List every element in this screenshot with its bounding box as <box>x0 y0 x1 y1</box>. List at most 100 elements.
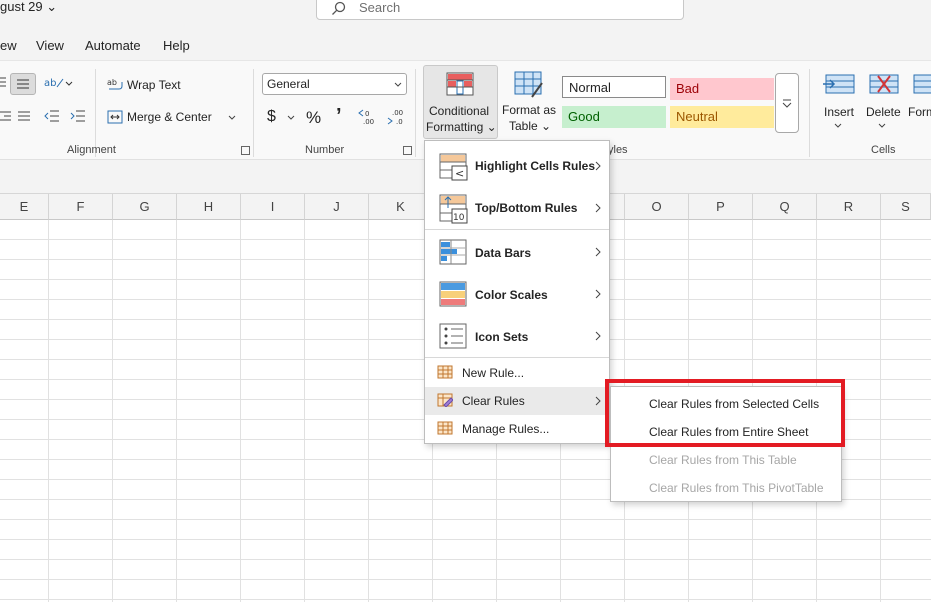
chevron-down-icon[interactable] <box>834 123 842 129</box>
number-format-select[interactable]: General <box>262 73 407 95</box>
align-left-icon[interactable] <box>0 75 6 89</box>
cf-label-line1: Conditional <box>429 104 490 118</box>
tab-view[interactable]: View <box>36 38 64 53</box>
menu-item-clear-this-pivottable: Clear Rules from This PivotTable <box>611 473 841 501</box>
document-title[interactable]: gust 29 ⌄ <box>0 0 57 14</box>
group-separator <box>253 69 254 157</box>
orientation-icon[interactable]: ab <box>44 75 74 91</box>
tab-review[interactable]: ew <box>0 38 17 53</box>
conditional-formatting-menu: < Highlight Cells Rules 10 Top/Bottom Ru… <box>424 140 610 444</box>
align-middle-button[interactable] <box>10 73 36 95</box>
menu-item-icon-sets[interactable]: Icon Sets <box>425 317 609 357</box>
conditional-formatting-button[interactable]: Conditional Formatting ⌄ <box>423 65 498 139</box>
style-neutral[interactable]: Neutral <box>670 106 774 128</box>
column-header-g[interactable]: G <box>113 194 177 220</box>
search-box[interactable]: Search <box>316 0 684 20</box>
increase-decimal-icon[interactable]: 0.00 <box>358 107 380 125</box>
style-bad[interactable]: Bad <box>670 78 774 100</box>
format-as-table-icon <box>514 71 543 98</box>
ribbon-tabs: ew View Automate Help <box>0 30 931 60</box>
menu-item-new-rule[interactable]: New Rule... <box>425 359 609 387</box>
decrease-decimal-icon[interactable]: .00.0 <box>387 107 409 125</box>
group-separator <box>415 69 416 157</box>
column-header-h[interactable]: H <box>177 194 241 220</box>
menu-item-data-bars[interactable]: Data Bars <box>425 233 609 273</box>
menu-item-label: Manage Rules... <box>462 422 550 436</box>
decrease-indent-icon[interactable] <box>44 109 60 123</box>
cells-group-label: Cells <box>871 144 896 156</box>
wrap-text-button[interactable]: Wrap Text <box>127 78 181 92</box>
menu-item-label: Clear Rules <box>462 394 525 408</box>
svg-text:.00: .00 <box>392 109 403 117</box>
menu-item-label: New Rule... <box>462 366 525 380</box>
cf-label-line2: Formatting ⌄ <box>426 120 497 134</box>
currency-button[interactable]: $ <box>267 108 276 126</box>
alignment-launcher-icon[interactable] <box>241 146 250 155</box>
chevron-right-icon <box>595 331 601 341</box>
menu-item-color-scales[interactable]: Color Scales <box>425 275 609 315</box>
menu-separator <box>425 229 609 230</box>
styles-gallery-more-button[interactable] <box>775 73 799 133</box>
chevron-down-icon[interactable] <box>228 115 236 121</box>
menu-item-label: Icon Sets <box>475 330 529 344</box>
column-header-q[interactable]: Q <box>753 194 817 220</box>
column-header-o[interactable]: O <box>625 194 689 220</box>
percent-button[interactable]: % <box>306 108 321 128</box>
menu-item-highlight-cells-rules[interactable]: < Highlight Cells Rules <box>425 147 609 187</box>
chevron-down-icon[interactable] <box>878 123 886 129</box>
annotation-highlight-box <box>605 379 845 447</box>
column-header-f[interactable]: F <box>49 194 113 220</box>
number-format-value: General <box>267 77 310 91</box>
column-header-r[interactable]: R <box>817 194 881 220</box>
menu-item-manage-rules[interactable]: Manage Rules... <box>425 415 609 443</box>
number-launcher-icon[interactable] <box>403 146 412 155</box>
menu-item-label: Clear Rules from This Table <box>649 453 797 467</box>
align-right-icon[interactable] <box>0 109 12 123</box>
tab-help[interactable]: Help <box>163 38 190 53</box>
gallery-expand-icon <box>782 99 792 108</box>
column-header-p[interactable]: P <box>689 194 753 220</box>
chevron-down-icon <box>394 82 402 87</box>
chevron-right-icon <box>595 289 601 299</box>
insert-button[interactable]: Insert <box>824 105 854 119</box>
column-header-j[interactable]: J <box>305 194 369 220</box>
manage-rules-icon <box>437 421 453 435</box>
format-button[interactable]: Form <box>908 105 931 119</box>
column-header-i[interactable]: I <box>241 194 305 220</box>
top-bottom-icon: 10 <box>439 194 468 224</box>
tab-automate[interactable]: Automate <box>85 38 141 53</box>
chevron-down-icon[interactable] <box>287 115 295 121</box>
fat-label-line1: Format as <box>502 103 557 117</box>
style-normal[interactable]: Normal <box>562 76 666 98</box>
color-scales-icon <box>439 281 467 307</box>
title-bar: gust 29 ⌄ Search <box>0 0 931 30</box>
format-as-table-button[interactable]: Format as Table ⌄ <box>500 65 558 139</box>
data-bars-icon <box>439 239 467 265</box>
comma-style-button[interactable]: ’ <box>336 105 342 128</box>
group-separator <box>809 69 810 157</box>
menu-item-clear-rules[interactable]: Clear Rules <box>425 387 609 415</box>
chevron-right-icon <box>595 203 601 213</box>
menu-item-top-bottom-rules[interactable]: 10 Top/Bottom Rules <box>425 189 609 229</box>
column-header-s[interactable]: S <box>881 194 931 220</box>
number-group-label: Number <box>305 144 345 156</box>
menu-item-label: Highlight Cells Rules <box>475 159 596 173</box>
align-justify-icon[interactable] <box>16 109 32 123</box>
new-rule-icon <box>437 365 453 379</box>
increase-indent-icon[interactable] <box>70 109 86 123</box>
style-good[interactable]: Good <box>562 106 666 128</box>
column-header-e[interactable]: E <box>0 194 49 220</box>
svg-text:0: 0 <box>365 110 369 118</box>
menu-item-label: Data Bars <box>475 246 532 260</box>
insert-cells-icon <box>823 74 855 94</box>
delete-button[interactable]: Delete <box>866 105 901 119</box>
wrap-text-icon: ab <box>107 78 123 90</box>
svg-text:.0: .0 <box>396 118 403 125</box>
merge-center-button[interactable]: Merge & Center <box>127 110 212 124</box>
clear-rules-icon <box>437 393 453 407</box>
menu-item-label: Color Scales <box>475 288 548 302</box>
delete-cells-icon <box>869 74 899 94</box>
fat-label-line2: Table ⌄ <box>509 119 552 133</box>
menu-item-label: Top/Bottom Rules <box>475 201 578 215</box>
chevron-right-icon <box>595 247 601 257</box>
